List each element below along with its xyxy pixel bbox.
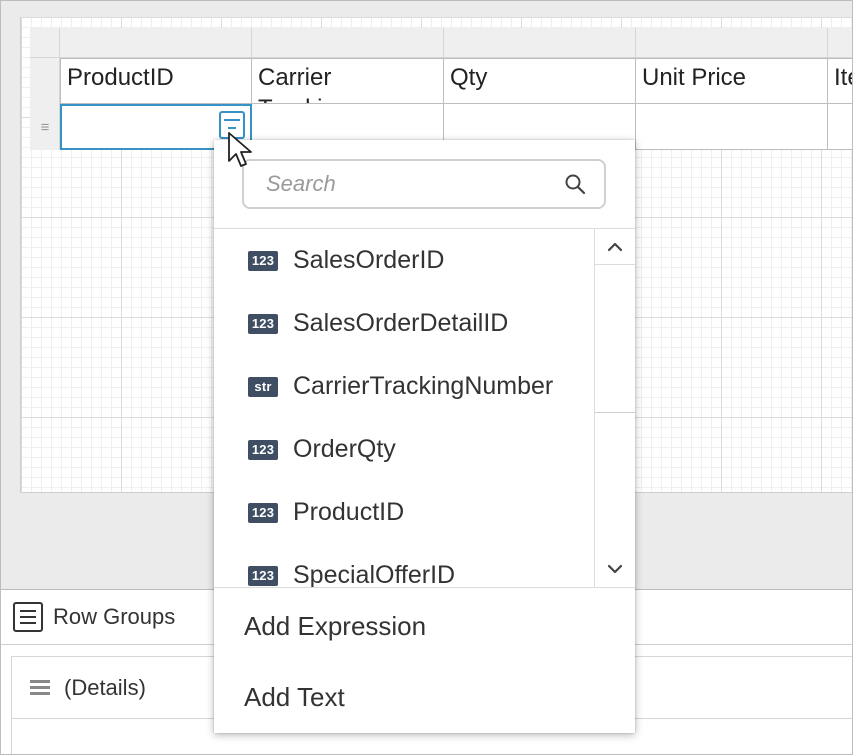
field-list: 123 SalesOrderID 123 SalesOrderDetailID … bbox=[214, 229, 594, 587]
number-type-icon: 123 bbox=[248, 502, 278, 523]
row-handle-header[interactable] bbox=[30, 58, 60, 104]
column-handle[interactable] bbox=[252, 28, 444, 58]
group-item-label: (Details) bbox=[64, 674, 146, 700]
add-text-button[interactable]: Add Text bbox=[214, 662, 635, 732]
header-cell[interactable]: Qty bbox=[444, 58, 636, 104]
report-designer: ≡ ProductID Carrier Tracking Number Qty … bbox=[0, 0, 853, 755]
header-cell[interactable]: Carrier Tracking Number bbox=[252, 58, 444, 104]
drag-handle-icon[interactable]: ≡ bbox=[30, 104, 60, 150]
header-cell[interactable]: Unit Price bbox=[636, 58, 828, 104]
scroll-up-button[interactable] bbox=[595, 229, 635, 265]
scrollbar[interactable] bbox=[594, 229, 635, 587]
header-text: Qty bbox=[450, 64, 488, 91]
field-name: ProductID bbox=[293, 498, 405, 526]
field-item[interactable]: 123 SalesOrderID bbox=[214, 229, 594, 292]
scroll-thumb[interactable] bbox=[595, 265, 635, 413]
column-handle[interactable] bbox=[60, 28, 252, 58]
number-type-icon: 123 bbox=[248, 565, 278, 586]
header-cell[interactable]: ProductID bbox=[60, 58, 252, 104]
string-type-icon: str bbox=[248, 376, 278, 397]
row-groups-title: Row Groups bbox=[53, 604, 176, 629]
field-item[interactable]: 123 ProductID bbox=[214, 481, 594, 544]
chevron-up-icon bbox=[607, 242, 623, 251]
number-type-icon: 123 bbox=[248, 439, 278, 460]
search-box bbox=[242, 159, 606, 209]
field-picker-popup: 123 SalesOrderID 123 SalesOrderDetailID … bbox=[214, 140, 635, 733]
field-item[interactable]: 123 SalesOrderDetailID bbox=[214, 292, 594, 355]
field-item[interactable]: 123 OrderQty bbox=[214, 418, 594, 481]
mouse-cursor-icon bbox=[228, 132, 252, 167]
column-handle[interactable] bbox=[828, 28, 852, 58]
header-text: Ite bbox=[834, 64, 852, 91]
field-item[interactable]: 123 SpecialOfferID bbox=[214, 544, 594, 587]
field-item[interactable]: str CarrierTrackingNumber bbox=[214, 355, 594, 418]
search-icon[interactable] bbox=[564, 173, 586, 195]
field-name: SalesOrderDetailID bbox=[293, 309, 509, 337]
header-cell[interactable]: Ite bbox=[828, 58, 852, 104]
drag-handle-icon[interactable] bbox=[30, 679, 50, 696]
header-text: ProductID bbox=[67, 64, 174, 91]
report-table[interactable]: ≡ ProductID Carrier Tracking Number Qty … bbox=[30, 28, 852, 153]
field-name: CarrierTrackingNumber bbox=[293, 372, 554, 400]
search-input[interactable] bbox=[244, 161, 554, 207]
number-type-icon: 123 bbox=[248, 313, 278, 334]
field-name: OrderQty bbox=[293, 435, 396, 463]
header-text: Unit Price bbox=[642, 64, 747, 91]
header-text: Carrier Tracking Number bbox=[258, 64, 349, 103]
detail-cell[interactable] bbox=[828, 104, 852, 150]
add-expression-button[interactable]: Add Expression bbox=[214, 591, 635, 661]
column-handle[interactable] bbox=[636, 28, 828, 58]
corner-handle[interactable] bbox=[30, 28, 60, 58]
row-groups-icon bbox=[13, 602, 43, 632]
scroll-down-button[interactable] bbox=[595, 551, 635, 587]
detail-cell[interactable] bbox=[636, 104, 828, 150]
field-name: SalesOrderID bbox=[293, 246, 445, 274]
divider bbox=[214, 587, 635, 588]
column-handle[interactable] bbox=[444, 28, 636, 58]
number-type-icon: 123 bbox=[248, 250, 278, 271]
field-name: SpecialOfferID bbox=[293, 561, 456, 587]
chevron-down-icon bbox=[607, 564, 623, 574]
